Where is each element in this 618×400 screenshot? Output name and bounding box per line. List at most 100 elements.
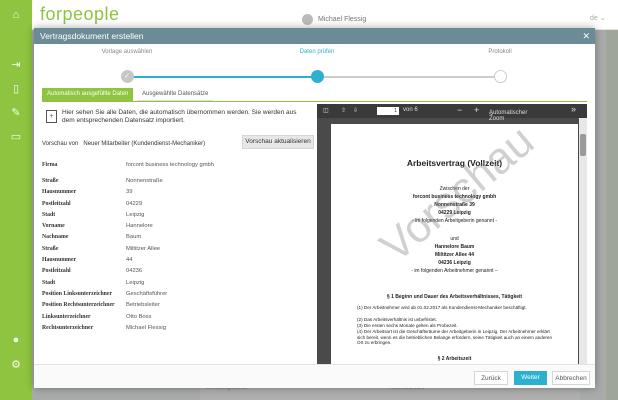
field-value: Michael Flessig xyxy=(126,324,166,331)
cancel-button[interactable]: Abbrechen xyxy=(552,371,590,385)
field-key: Vorname xyxy=(42,223,65,230)
field-key: Stadt xyxy=(42,211,56,218)
more-tools-icon[interactable]: » xyxy=(571,104,576,114)
app-topbar xyxy=(32,0,618,30)
doc-and: und xyxy=(450,236,459,242)
page-count: von 6 xyxy=(403,107,418,113)
info-text: Hier sehen Sie alle Daten, die automatis… xyxy=(62,109,297,124)
settings-icon[interactable]: ⚙ xyxy=(9,358,23,372)
field-row: Straße Miltitzer Allee xyxy=(42,246,312,257)
field-value: Miltitzer Allee xyxy=(126,245,161,252)
field-key: Hausnummer xyxy=(42,257,77,264)
wizard-steps: Vorlage auswählen Daten prüfen Protokoll… xyxy=(34,44,595,88)
pdf-viewer: ◫ ⇧ ⇩ 1 von 6 − + Automatischer Zoom ⌄ »… xyxy=(317,104,587,384)
doc-employee-street: Miltitzer Allee 44 xyxy=(435,252,474,258)
app-logo: forpeople xyxy=(40,4,120,24)
field-key: Postleitzahl xyxy=(42,268,71,275)
pdf-page: Arbeitsvertrag (Vollzeit) Zwischen der f… xyxy=(331,116,578,384)
field-row: Firma forcont business technology gmbh xyxy=(42,162,312,178)
tab-underline xyxy=(42,101,587,102)
pdf-scrollbar[interactable] xyxy=(579,118,587,384)
field-key: Stadt xyxy=(42,279,56,286)
refresh-preview-button[interactable]: Vorschau aktualisieren xyxy=(242,135,314,149)
field-value: Hannelore xyxy=(126,223,153,230)
tab-selected-records[interactable]: Ausgewählte Datensätze xyxy=(137,88,214,101)
avatar[interactable] xyxy=(302,14,313,25)
doc-employee-name: Hannelore Baum xyxy=(434,244,475,250)
field-value: Betriebsleiter xyxy=(126,302,160,309)
page-number-input[interactable]: 1 xyxy=(377,107,399,115)
field-value: 04236 xyxy=(126,268,143,275)
app-sidebar: ⌂ ⇥ ▯ ✎ ▭ ● ⚙ xyxy=(0,0,32,400)
language-menu[interactable]: de ⌄ xyxy=(590,14,606,22)
field-key: Position Rechtsunterzeichner xyxy=(42,302,115,309)
field-value: Baum xyxy=(126,234,142,241)
doc-paragraph-4: (4) Der Arbeitsort ist die Geschäftsräum… xyxy=(357,329,553,346)
field-row: Stadt Leipzig xyxy=(42,280,312,291)
dialog-header: Vertragsdokument erstellen ✕ xyxy=(34,28,595,44)
document-icon[interactable]: ▯ xyxy=(9,82,23,96)
arrow-down-icon[interactable]: ⇩ xyxy=(353,107,358,114)
tab-auto-data[interactable]: Automatisch ausgefüllte Daten xyxy=(42,88,134,101)
field-value: 39 xyxy=(126,189,133,196)
doc-paragraph-2: (2) Das Arbeitsverhältnis ist unbefriste… xyxy=(357,317,437,322)
field-row: Linksunterzeichner Otto Boss xyxy=(42,314,312,325)
field-row: Postleitzahl 04229 xyxy=(42,201,312,212)
zoom-in-button[interactable]: + xyxy=(474,105,479,115)
doc-employee-note: - im folgenden Arbeitnehmer genannt – xyxy=(411,268,498,274)
field-value: Geschäftsführer xyxy=(126,290,168,297)
doc-employee-city: 04236 Leipzig xyxy=(438,260,471,266)
back-button[interactable]: Zurück xyxy=(474,371,508,385)
field-row: Nachname Baum xyxy=(42,234,312,245)
field-value: Nonnenstraße xyxy=(126,178,163,184)
sidebar-toggle-icon[interactable]: ◫ xyxy=(323,107,329,114)
step-1-check-icon[interactable]: ✓ xyxy=(120,70,134,83)
arrow-up-icon[interactable]: ⇧ xyxy=(341,107,346,114)
import-document-icon: + xyxy=(46,110,57,123)
field-key: Nachname xyxy=(42,234,69,241)
chevron-down-icon: ⌄ xyxy=(489,111,495,117)
field-row: Straße Nonnenstraße xyxy=(42,178,312,189)
step-line-pending xyxy=(317,76,500,78)
zoom-out-button[interactable]: − xyxy=(457,105,462,115)
next-button[interactable]: Weiter xyxy=(514,371,547,385)
field-row: Postleitzahl 04236 xyxy=(42,268,312,279)
home-icon[interactable]: ⌂ xyxy=(9,8,23,22)
login-icon[interactable]: ⇥ xyxy=(9,58,23,72)
edit-icon[interactable]: ✎ xyxy=(9,106,23,120)
field-key: Hausnummer xyxy=(42,189,77,196)
close-icon[interactable]: ✕ xyxy=(582,28,590,44)
step-3-circle[interactable] xyxy=(493,70,507,83)
field-key: Postleitzahl xyxy=(42,200,71,207)
field-row: Vorname Hannelore xyxy=(42,223,312,234)
step-2-circle[interactable] xyxy=(310,70,324,83)
field-value: 04229 xyxy=(126,200,143,207)
contract-dialog: Vertragsdokument erstellen ✕ Vorlage aus… xyxy=(34,28,595,388)
field-value: forcont business technology gmbh xyxy=(126,162,214,168)
field-row: Position Rechtsunterzeichner Betriebsleit… xyxy=(42,302,312,313)
field-key: Position Linksunterzeichner xyxy=(42,290,113,297)
field-row: Rechtsunterzeichner Michael Flessig xyxy=(42,325,312,336)
doc-section-1: § 1 Beginn und Dauer des Arbeitsverhältn… xyxy=(386,294,523,300)
doc-paragraph-3: (3) Die ersten sechs Monate gelten als P… xyxy=(357,323,458,328)
field-row: Hausnummer 44 xyxy=(42,257,312,268)
dialog-title: Vertragsdokument erstellen xyxy=(40,31,144,41)
scrollbar-thumb[interactable] xyxy=(580,134,586,156)
user-name[interactable]: Michael Flessig xyxy=(318,16,366,23)
step-1-label: Vorlage auswählen xyxy=(101,49,153,55)
preview-prefix: Vorschau von xyxy=(42,141,79,147)
step-2-label: Daten prüfen xyxy=(299,49,335,55)
preview-value: Neuer Mitarbeiter (Kundendienst-Mechanik… xyxy=(83,141,206,147)
folder-icon[interactable]: ▭ xyxy=(9,130,23,144)
field-row: Stadt Leipzig xyxy=(42,212,312,223)
field-value: 44 xyxy=(126,257,133,264)
field-key: Rechtsunterzeichner xyxy=(42,324,94,331)
user-icon[interactable]: ● xyxy=(9,333,23,347)
field-row: Hausnummer 39 xyxy=(42,189,312,200)
field-key: Straße xyxy=(42,245,59,252)
step-3-label: Protokoll xyxy=(488,49,512,55)
pdf-toolbar: ◫ ⇧ ⇩ 1 von 6 − + Automatischer Zoom ⌄ » xyxy=(317,104,587,122)
dialog-footer: Zurück Weiter Abbrechen xyxy=(34,364,595,388)
doc-paragraph-1: (1) Der Arbeitnehmer wird ab 01.02.2017 … xyxy=(357,305,527,310)
doc-section-2: § 2 Arbeitszeit xyxy=(437,356,472,362)
